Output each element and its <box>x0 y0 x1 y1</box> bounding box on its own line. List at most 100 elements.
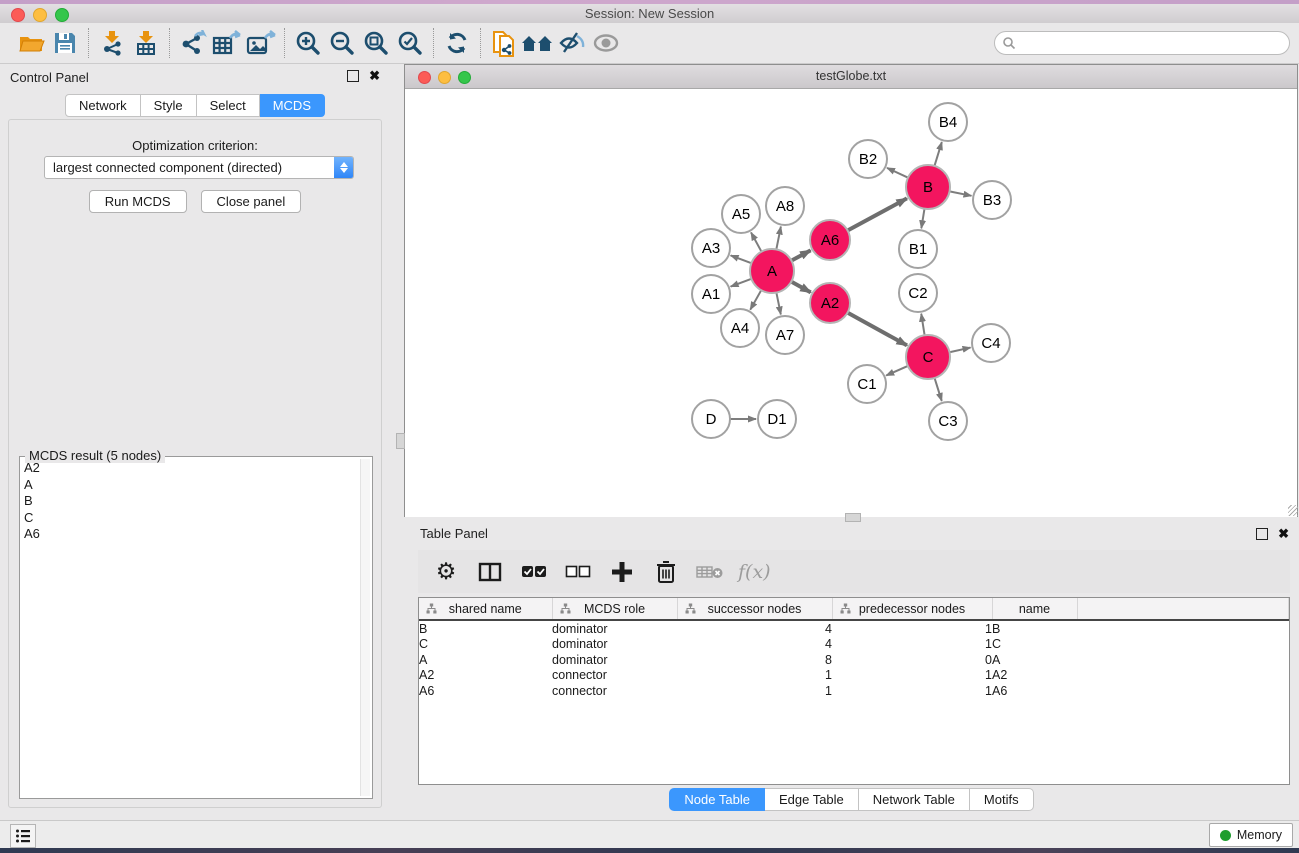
network-node-B4[interactable]: B4 <box>928 102 968 142</box>
edge-A-A4[interactable] <box>750 290 761 310</box>
tab-network-table[interactable]: Network Table <box>859 788 970 811</box>
network-node-C3[interactable]: C3 <box>928 401 968 441</box>
table-row-B[interactable]: Bdominator41B <box>419 620 1289 637</box>
network-node-A6[interactable]: A6 <box>809 219 851 261</box>
save-session-button[interactable] <box>48 27 82 59</box>
network-node-B2[interactable]: B2 <box>848 139 888 179</box>
zoom-selected-button[interactable] <box>393 27 427 59</box>
network-node-A3[interactable]: A3 <box>691 228 731 268</box>
result-scrollbar[interactable] <box>360 459 370 796</box>
select-all-button[interactable] <box>516 555 552 589</box>
import-network-button[interactable] <box>95 27 129 59</box>
network-node-B1[interactable]: B1 <box>898 229 938 269</box>
column-header-predecessor-nodes[interactable]: predecessor nodes <box>832 598 992 620</box>
zoom-in-button[interactable] <box>291 27 325 59</box>
network-node-A7[interactable]: A7 <box>765 315 805 355</box>
mcds-result-item[interactable]: A <box>20 477 360 494</box>
network-node-C4[interactable]: C4 <box>971 323 1011 363</box>
network-horizontal-scroll-thumb[interactable] <box>845 513 861 522</box>
close-panel-button[interactable]: Close panel <box>201 190 302 213</box>
column-header-shared-name[interactable]: shared name <box>419 598 552 620</box>
close-panel-icon[interactable]: ✖ <box>1278 528 1289 540</box>
table-row-A[interactable]: Adominator80A <box>419 652 1289 668</box>
network-node-C1[interactable]: C1 <box>847 364 887 404</box>
mcds-result-item[interactable]: B <box>20 493 360 510</box>
close-window-button[interactable] <box>11 8 25 22</box>
column-header-MCDS-role[interactable]: MCDS role <box>552 598 677 620</box>
network-node-A5[interactable]: A5 <box>721 194 761 234</box>
edge-B-B1[interactable] <box>921 209 924 229</box>
minimize-network-button[interactable] <box>438 71 451 84</box>
table-row-A2[interactable]: A2connector11A2 <box>419 668 1289 684</box>
table-row-C[interactable]: Cdominator41C <box>419 637 1289 653</box>
edge-A-A1[interactable] <box>731 279 752 287</box>
edge-A6-B[interactable] <box>848 198 907 230</box>
edge-A-A2[interactable] <box>791 282 810 293</box>
edge-C-C4[interactable] <box>949 348 970 353</box>
table-row-A6[interactable]: A6connector11A6 <box>419 683 1289 699</box>
network-vertical-scroll-thumb[interactable] <box>396 433 405 449</box>
float-panel-icon[interactable] <box>347 70 359 82</box>
show-column-button[interactable] <box>472 555 508 589</box>
run-mcds-button[interactable]: Run MCDS <box>89 190 187 213</box>
minimize-window-button[interactable] <box>33 8 47 22</box>
clone-network-button[interactable] <box>487 27 521 59</box>
tab-edge-table[interactable]: Edge Table <box>765 788 859 811</box>
network-canvas[interactable]: B4 B2 B B3 A5A8A6 A3 B1 A A1 C2 A2 A4A7 C C4 C1 D D1 C3 <box>405 89 1297 517</box>
mcds-result-item[interactable]: A6 <box>20 526 360 543</box>
network-node-A[interactable]: A <box>749 248 795 294</box>
network-node-C2[interactable]: C2 <box>898 273 938 313</box>
network-node-B[interactable]: B <box>905 164 951 210</box>
edge-C-C1[interactable] <box>886 366 908 376</box>
home-view-button[interactable] <box>521 27 555 59</box>
export-table-button[interactable] <box>210 27 244 59</box>
search-input[interactable] <box>1020 35 1289 51</box>
criterion-select[interactable]: largest connected component (directed) <box>44 156 354 179</box>
memory-button[interactable]: Memory <box>1209 823 1293 847</box>
mcds-result-list[interactable]: A2ABCA6 <box>20 460 360 796</box>
edge-A2-C[interactable] <box>848 313 907 346</box>
add-column-button[interactable] <box>604 555 640 589</box>
column-header-name[interactable]: name <box>992 598 1077 620</box>
close-panel-icon[interactable]: ✖ <box>369 70 380 82</box>
export-network-button[interactable] <box>176 27 210 59</box>
tab-select[interactable]: Select <box>197 94 260 117</box>
zoom-fit-button[interactable] <box>359 27 393 59</box>
table-settings-button[interactable]: ⚙ <box>428 555 464 589</box>
network-node-D1[interactable]: D1 <box>757 399 797 439</box>
edge-C-C2[interactable] <box>921 314 924 336</box>
export-image-button[interactable] <box>244 27 278 59</box>
edge-A-A7[interactable] <box>776 293 780 315</box>
edge-B-B4[interactable] <box>934 142 941 166</box>
deselect-all-button[interactable] <box>560 555 596 589</box>
network-node-B3[interactable]: B3 <box>972 180 1012 220</box>
network-node-A8[interactable]: A8 <box>765 186 805 226</box>
open-session-button[interactable] <box>14 27 48 59</box>
edge-A-A3[interactable] <box>731 255 752 263</box>
show-graphics-button[interactable] <box>589 27 623 59</box>
show-task-history-button[interactable] <box>10 824 36 848</box>
network-resize-grip[interactable] <box>1288 505 1298 516</box>
maximize-window-button[interactable] <box>55 8 69 22</box>
network-node-C[interactable]: C <box>905 334 951 380</box>
delete-column-button[interactable] <box>648 555 684 589</box>
network-node-A2[interactable]: A2 <box>809 282 851 324</box>
edge-A-A6[interactable] <box>791 250 810 260</box>
network-node-A1[interactable]: A1 <box>691 274 731 314</box>
network-node-A4[interactable]: A4 <box>720 308 760 348</box>
edge-A-A5[interactable] <box>751 232 761 251</box>
function-builder-button-disabled[interactable]: f(x) <box>738 561 771 583</box>
edge-B-B3[interactable] <box>950 191 972 195</box>
mcds-result-item[interactable]: A2 <box>20 460 360 477</box>
import-table-button[interactable] <box>129 27 163 59</box>
network-node-D[interactable]: D <box>691 399 731 439</box>
zoom-out-button[interactable] <box>325 27 359 59</box>
tab-style[interactable]: Style <box>141 94 197 117</box>
refresh-button[interactable] <box>440 27 474 59</box>
tab-node-table[interactable]: Node Table <box>669 788 765 811</box>
tab-mcds[interactable]: MCDS <box>260 94 325 117</box>
tab-network[interactable]: Network <box>65 94 141 117</box>
maximize-network-button[interactable] <box>458 71 471 84</box>
tab-motifs[interactable]: Motifs <box>970 788 1034 811</box>
delete-table-button-disabled[interactable] <box>692 555 728 589</box>
